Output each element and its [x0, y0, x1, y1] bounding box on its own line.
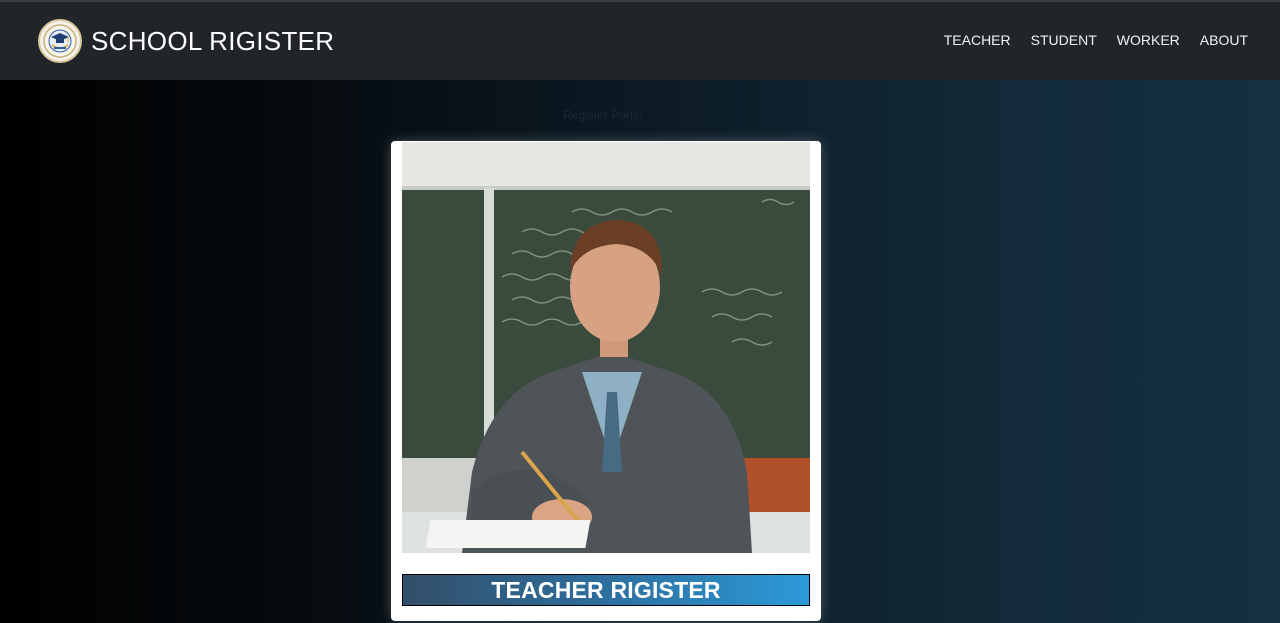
teacher-photo [402, 142, 810, 553]
nav-link-student[interactable]: STUDENT [1031, 32, 1097, 48]
top-navbar: SCHOOL RIGISTER TEACHER STUDENT WORKER A… [0, 0, 1280, 80]
nav-link-worker[interactable]: WORKER [1117, 32, 1180, 48]
brand-title: SCHOOL RIGISTER [91, 25, 335, 56]
teacher-card[interactable]: TEACHER RIGISTER [391, 141, 821, 621]
brand[interactable]: SCHOOL RIGISTER [38, 18, 334, 64]
hero-section: Register Portal TEACHER RIGISTER [0, 80, 1280, 623]
main-nav: TEACHER STUDENT WORKER ABOUT [924, 32, 1248, 48]
school-logo-icon [38, 19, 82, 63]
nav-link-teacher[interactable]: TEACHER [944, 32, 1011, 48]
portal-caption: Register Portal [563, 108, 643, 122]
teacher-register-button[interactable]: TEACHER RIGISTER [402, 574, 810, 606]
nav-link-about[interactable]: ABOUT [1200, 32, 1248, 48]
